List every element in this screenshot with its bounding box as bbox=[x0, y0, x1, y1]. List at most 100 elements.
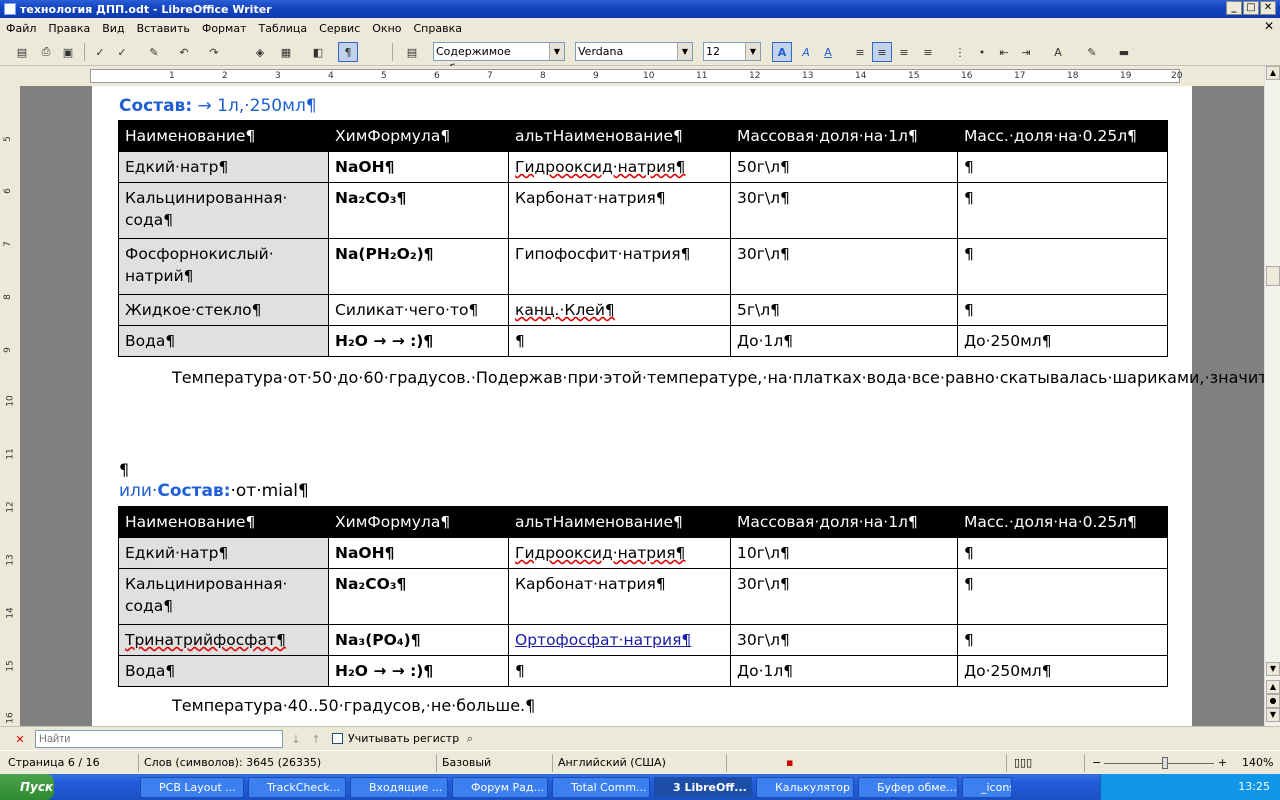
menu-help[interactable]: Справка bbox=[408, 22, 468, 35]
taskbar: Пуск PCB Layout ... TrackCheck... Входящ… bbox=[0, 774, 1280, 800]
underline-icon[interactable]: A bbox=[818, 42, 838, 62]
formatting-marks-icon[interactable]: ¶ bbox=[338, 42, 358, 62]
italic-icon[interactable]: A bbox=[796, 42, 816, 62]
increase-indent-icon[interactable]: ⇥ bbox=[1016, 42, 1036, 62]
menu-file[interactable]: Файл bbox=[0, 22, 42, 35]
font-name-select[interactable]: Verdana ▼ bbox=[575, 42, 693, 61]
header-cell: Массовая·доля·на·1л¶ bbox=[730, 506, 958, 538]
menu-insert[interactable]: Вставить bbox=[131, 22, 196, 35]
table-cell: До·250мл¶ bbox=[957, 655, 1168, 687]
menu-tools[interactable]: Сервис bbox=[313, 22, 366, 35]
task-clipboard[interactable]: Буфер обме... bbox=[858, 777, 958, 798]
navigator-icon[interactable]: ◈ bbox=[250, 42, 270, 62]
styles-icon[interactable]: ▤ bbox=[402, 42, 422, 62]
align-right-icon[interactable]: ≡ bbox=[894, 42, 914, 62]
window-title: технология ДПП.odt - LibreOffice Writer bbox=[20, 2, 272, 16]
hyperlink[interactable]: Ортофосфат·натрия¶ bbox=[515, 631, 691, 649]
composition-table-1[interactable]: Наименование¶ ХимФормула¶ альтНаименован… bbox=[118, 120, 1168, 357]
scroll-thumb[interactable] bbox=[1266, 266, 1280, 286]
table-cell: ¶ bbox=[957, 537, 1168, 569]
find-next-icon[interactable]: ↓ bbox=[286, 729, 306, 749]
menu-window[interactable]: Окно bbox=[366, 22, 407, 35]
match-case-checkbox[interactable] bbox=[332, 733, 343, 744]
zoom-out-icon[interactable]: − bbox=[1092, 756, 1101, 769]
menu-table[interactable]: Таблица bbox=[252, 22, 313, 35]
doc-close-icon[interactable]: ✕ bbox=[1262, 20, 1276, 34]
scroll-up-icon[interactable]: ▲ bbox=[1266, 66, 1280, 80]
maximize-button[interactable]: □ bbox=[1243, 1, 1259, 15]
menu-view[interactable]: Вид bbox=[96, 22, 130, 35]
spellcheck-icon[interactable]: ✓ bbox=[90, 42, 110, 62]
table-cell: Гидрооксид·натрия¶ bbox=[508, 151, 731, 183]
header-cell: альтНаименование¶ bbox=[508, 506, 731, 538]
highlight-icon[interactable]: ✎ bbox=[1082, 42, 1102, 62]
export-pdf-icon[interactable]: ▤ bbox=[12, 42, 32, 62]
find-input[interactable] bbox=[35, 730, 283, 748]
align-left-icon[interactable]: ≡ bbox=[850, 42, 870, 62]
table-cell: Карбонат·натрия¶ bbox=[508, 568, 731, 625]
show-draw-icon[interactable]: ◧ bbox=[308, 42, 328, 62]
redo-icon[interactable]: ↷ bbox=[204, 42, 224, 62]
minimize-button[interactable]: _ bbox=[1226, 1, 1242, 15]
bullets-icon[interactable]: • bbox=[972, 42, 992, 62]
task-inbox[interactable]: Входящие ... bbox=[350, 777, 448, 798]
menu-edit[interactable]: Правка bbox=[42, 22, 96, 35]
align-center-icon[interactable]: ≡ bbox=[872, 42, 892, 62]
scroll-down-icon[interactable]: ▼ bbox=[1266, 662, 1280, 676]
find-prev-icon[interactable]: ↑ bbox=[306, 729, 326, 749]
font-color-icon[interactable]: A bbox=[1048, 42, 1068, 62]
table-cell: ¶ bbox=[957, 568, 1168, 625]
search-icon[interactable]: ⌕ bbox=[460, 729, 480, 749]
background-color-icon[interactable]: ▬ bbox=[1114, 42, 1134, 62]
undo-icon[interactable]: ↶ bbox=[174, 42, 194, 62]
language[interactable]: Английский (США) bbox=[558, 756, 666, 769]
table-cell: ¶ bbox=[508, 325, 731, 357]
zoom-in-icon[interactable]: + bbox=[1218, 756, 1227, 769]
table-row: Вода¶ H₂O → → :)¶ ¶ До·1л¶ До·250мл¶ bbox=[118, 655, 1168, 687]
table-cell: Ортофосфат·натрия¶ bbox=[508, 624, 731, 656]
horizontal-ruler[interactable]: 1 2 3 4 5 6 7 8 9 10 11 12 13 14 15 16 1… bbox=[0, 66, 1280, 86]
navigation-icon[interactable]: ● bbox=[1266, 694, 1280, 708]
paragraph-temperature-2: Температура·40..50·градусов,·не·больше.¶ bbox=[172, 696, 536, 715]
print-icon[interactable]: ⎙ bbox=[36, 42, 56, 62]
font-size-select[interactable]: 12 ▼ bbox=[703, 42, 761, 61]
table-cell: ¶ bbox=[957, 294, 1168, 326]
close-find-icon[interactable]: ✕ bbox=[10, 729, 30, 749]
clock: 13:25 bbox=[1238, 780, 1270, 793]
prev-page-icon[interactable]: ▲ bbox=[1266, 680, 1280, 694]
view-layout-icon[interactable]: ▯▯▯ bbox=[1014, 756, 1032, 769]
zoom-level[interactable]: 140% bbox=[1242, 756, 1273, 769]
table-cell: Тринатрийфосфат¶ bbox=[118, 624, 329, 656]
task-total-commander[interactable]: Total Comm... bbox=[552, 777, 650, 798]
task-icons[interactable]: _icons bbox=[962, 777, 1012, 798]
task-trackcheck[interactable]: TrackCheck... bbox=[248, 777, 346, 798]
composition-table-2[interactable]: Наименование¶ ХимФормула¶ альтНаименован… bbox=[118, 506, 1168, 687]
close-button[interactable]: ✕ bbox=[1260, 1, 1276, 15]
justify-icon[interactable]: ≡ bbox=[918, 42, 938, 62]
bold-icon[interactable]: A bbox=[772, 42, 792, 62]
menu-format[interactable]: Формат bbox=[196, 22, 253, 35]
task-pcb-layout[interactable]: PCB Layout ... bbox=[140, 777, 244, 798]
heading-composition-1: Состав: → 1л,·250мл¶ bbox=[119, 96, 317, 116]
zoom-slider[interactable] bbox=[1162, 757, 1168, 769]
task-forum[interactable]: Форум Рад... bbox=[452, 777, 548, 798]
autospell-icon[interactable]: ✓ bbox=[112, 42, 132, 62]
paragraph-style-select[interactable]: Содержимое таблицы▼ bbox=[433, 42, 565, 75]
table-cell: 5г\л¶ bbox=[730, 294, 958, 326]
table-cell: канц.·Клей¶ bbox=[508, 294, 731, 326]
page-indicator[interactable]: Страница 6 / 16 bbox=[8, 756, 100, 769]
task-libreoffice[interactable]: 3 LibreOff... bbox=[654, 777, 752, 798]
start-button[interactable]: Пуск bbox=[0, 774, 54, 800]
vertical-scrollbar[interactable]: ▲ ▼ ▲ ● ▼ bbox=[1264, 66, 1280, 726]
page-style[interactable]: Базовый bbox=[442, 756, 491, 769]
table-icon[interactable]: ▦ bbox=[276, 42, 296, 62]
decrease-indent-icon[interactable]: ⇤ bbox=[994, 42, 1014, 62]
table-cell: Кальцинированная· сода¶ bbox=[118, 568, 329, 625]
page[interactable]: Состав: → 1л,·250мл¶ Наименование¶ ХимФо… bbox=[92, 86, 1264, 726]
next-page-icon[interactable]: ▼ bbox=[1266, 708, 1280, 722]
numbering-icon[interactable]: ⋮ bbox=[950, 42, 970, 62]
task-calculator[interactable]: Калькулятор bbox=[756, 777, 854, 798]
print-preview-icon[interactable]: ▣ bbox=[58, 42, 78, 62]
format-paintbrush-icon[interactable]: ✎ bbox=[144, 42, 164, 62]
document-area[interactable]: Состав: → 1л,·250мл¶ Наименование¶ ХимФо… bbox=[20, 86, 1264, 726]
